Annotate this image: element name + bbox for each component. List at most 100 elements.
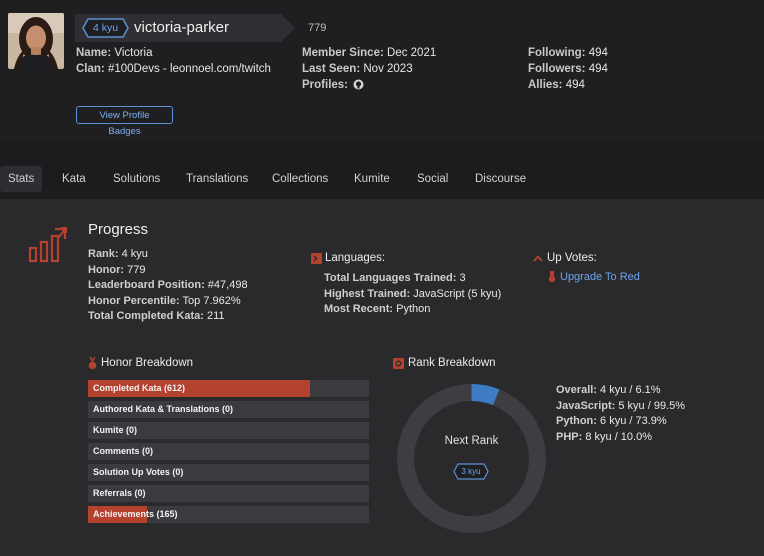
most-recent-stat: Most Recent: Python	[324, 302, 430, 318]
honor-breakdown-row: Achievements (165)	[88, 506, 369, 523]
rank-breakdown-title: Rank Breakdown	[408, 357, 496, 369]
clan-row: Clan: #100Devs - leonnoel.com/twitch	[76, 61, 271, 77]
rank-stat-value: 4 kyu	[121, 248, 148, 260]
rank-breakdown-icon	[393, 358, 404, 372]
following-value: 494	[588, 47, 608, 59]
completed-kata-stat: Total Completed Kata: 211	[88, 309, 225, 325]
next-rank-value: 3 kyu	[461, 467, 481, 476]
rank-badge: 4 kyu	[82, 18, 129, 38]
tab-kumite[interactable]: Kumite	[346, 166, 398, 192]
tab-translations[interactable]: Translations	[178, 166, 256, 192]
honor-medal-icon	[88, 356, 97, 373]
python-rank-label: Python:	[556, 415, 597, 427]
tab-social[interactable]: Social	[409, 166, 456, 192]
rank-stat: Rank: 4 kyu	[88, 247, 148, 263]
terminal-icon	[311, 253, 322, 267]
tab-solutions[interactable]: Solutions	[105, 166, 168, 192]
percentile-stat-label: Honor Percentile:	[88, 294, 180, 307]
last-seen-row: Last Seen: Nov 2023	[302, 61, 413, 77]
completed-kata-value: 211	[206, 310, 225, 322]
total-languages-stat: Total Languages Trained: 3	[324, 271, 466, 287]
tab-stats[interactable]: Stats	[0, 166, 43, 192]
clan-value: #100Devs - leonnoel.com/twitch	[107, 63, 271, 75]
github-icon[interactable]	[353, 79, 364, 95]
php-rank-row: PHP: 8 kyu / 10.0%	[556, 430, 652, 446]
name-row: Name: Victoria	[76, 45, 153, 61]
leaderboard-stat-label: Leaderboard Position:	[88, 279, 205, 291]
php-rank-label: PHP:	[556, 430, 583, 443]
honor-breakdown-row: Authored Kata & Translations (0)	[88, 401, 369, 418]
rank-badge-label: 4 kyu	[92, 22, 119, 34]
next-rank-label: Next Rank	[444, 435, 499, 447]
profiles-label: Profiles:	[302, 79, 349, 91]
honor-stat-label: Honor:	[88, 263, 125, 276]
highest-trained-label: Highest Trained:	[324, 287, 411, 300]
allies-value: 494	[565, 79, 585, 91]
tab-collections[interactable]: Collections	[264, 166, 336, 192]
member-since-value: Dec 2021	[387, 47, 437, 59]
name-label: Name:	[76, 47, 112, 59]
following-label: Following:	[528, 47, 586, 59]
percentile-stat-value: Top 7.962%	[182, 294, 241, 307]
honor-score: 779	[308, 22, 327, 34]
honor-breakdown-label: Kumite (0)	[93, 425, 138, 435]
next-rank-badge: 3 kyu	[453, 463, 489, 480]
honor-breakdown-title: Honor Breakdown	[101, 357, 194, 369]
tab-discourse[interactable]: Discourse	[467, 166, 534, 192]
clan-label: Clan:	[76, 63, 105, 75]
overall-rank-label: Overall:	[556, 384, 597, 396]
progress-chart-icon	[28, 227, 68, 266]
last-seen-label: Last Seen:	[302, 63, 361, 75]
honor-breakdown-label: Completed Kata (612)	[93, 383, 186, 393]
completed-kata-label: Total Completed Kata:	[88, 310, 204, 322]
languages-title: Languages:	[325, 252, 386, 264]
tab-kata[interactable]: Kata	[54, 166, 94, 192]
followers-label: Followers:	[528, 63, 586, 75]
last-seen-value: Nov 2023	[363, 63, 413, 75]
profiles-row: Profiles:	[302, 77, 364, 95]
honor-breakdown-label: Solution Up Votes (0)	[93, 467, 184, 477]
following-row: Following: 494	[528, 45, 608, 61]
rank-stat-label: Rank:	[88, 248, 119, 260]
javascript-rank-value: 5 kyu / 99.5%	[618, 399, 686, 412]
honor-breakdown-row: Referrals (0)	[88, 485, 369, 502]
allies-label: Allies:	[528, 79, 563, 91]
allies-row: Allies: 494	[528, 77, 585, 93]
python-rank-row: Python: 6 kyu / 73.9%	[556, 414, 667, 430]
honor-breakdown-label: Authored Kata & Translations (0)	[93, 404, 234, 414]
chevron-up-icon	[533, 254, 543, 266]
python-rank-value: 6 kyu / 73.9%	[600, 415, 667, 427]
total-languages-value: 3	[459, 272, 466, 284]
progress-title: Progress	[88, 221, 149, 238]
upvotes-title: Up Votes:	[547, 252, 597, 264]
username: victoria-parker	[134, 19, 230, 36]
most-recent-value: Python	[396, 303, 431, 315]
rank-progress-donut	[396, 383, 547, 537]
overall-rank-value: 4 kyu / 6.1%	[600, 384, 661, 396]
avatar[interactable]	[8, 13, 64, 69]
javascript-rank-label: JavaScript:	[556, 399, 616, 412]
member-since-label: Member Since:	[302, 47, 384, 59]
honor-breakdown-row: Solution Up Votes (0)	[88, 464, 369, 481]
honor-breakdown-label: Comments (0)	[93, 446, 154, 456]
honor-breakdown-label: Achievements (165)	[93, 509, 178, 519]
honor-breakdown-row: Kumite (0)	[88, 422, 369, 439]
name-value: Victoria	[114, 47, 153, 59]
percentile-stat: Honor Percentile: Top 7.962%	[88, 294, 241, 310]
honor-stat-value: 779	[127, 263, 146, 276]
member-since-row: Member Since: Dec 2021	[302, 45, 436, 61]
php-rank-value: 8 kyu / 10.0%	[585, 430, 652, 443]
total-languages-label: Total Languages Trained:	[324, 272, 457, 284]
leaderboard-stat: Leaderboard Position: #47,498	[88, 278, 248, 294]
leaderboard-stat-value: #47,498	[207, 279, 248, 291]
javascript-rank-row: JavaScript: 5 kyu / 99.5%	[556, 399, 685, 415]
most-recent-label: Most Recent:	[324, 303, 394, 315]
upgrade-to-red-link[interactable]: Upgrade To Red	[560, 271, 640, 283]
medal-icon	[548, 271, 556, 286]
view-profile-badges-button[interactable]: View Profile Badges	[76, 106, 173, 137]
overall-rank-row: Overall: 4 kyu / 6.1%	[556, 383, 661, 399]
honor-stat: Honor: 779	[88, 263, 145, 279]
honor-breakdown-row: Comments (0)	[88, 443, 369, 460]
honor-breakdown-label: Referrals (0)	[93, 488, 146, 498]
honor-breakdown-row: Completed Kata (612)	[88, 380, 369, 397]
